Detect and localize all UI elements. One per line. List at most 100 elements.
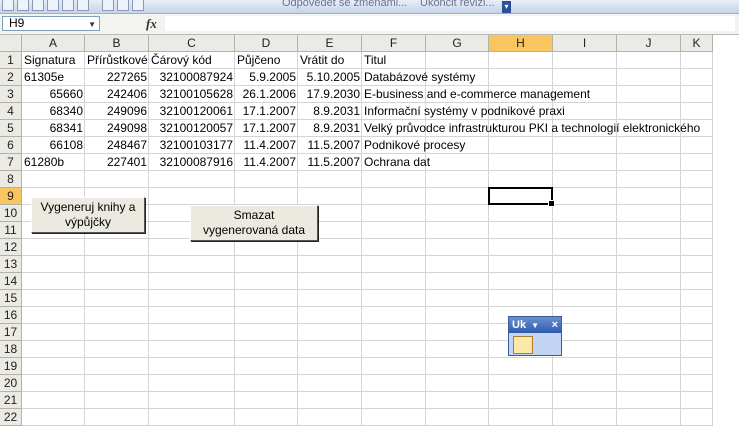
formula-input[interactable]	[165, 16, 735, 31]
active-cell-selection[interactable]	[488, 187, 555, 207]
toolbar-icon[interactable]	[62, 0, 74, 11]
reply-with-changes-button[interactable]: Odpovědět se změnami...	[282, 0, 407, 9]
table-cell[interactable]: 32100087924	[149, 69, 235, 86]
toolbar-icon[interactable]	[47, 0, 59, 11]
toolbar-icon[interactable]	[32, 0, 44, 11]
table-cell[interactable]: 249098	[85, 120, 149, 137]
table-cell[interactable]: 17.1.2007	[235, 120, 298, 137]
column-title-cell[interactable]: Vrátit do	[298, 52, 362, 69]
table-cell[interactable]: 32100120057	[149, 120, 235, 137]
toolbar-options-icon[interactable]: ▾	[502, 1, 511, 13]
delete-generated-data-button[interactable]: Smazat vygenerovaná data	[190, 205, 318, 241]
table-cell[interactable]: 68341	[22, 120, 85, 137]
column-header[interactable]: H	[489, 35, 553, 52]
table-cell[interactable]: Ochrana dat	[362, 154, 739, 171]
row-header[interactable]: 7	[0, 154, 22, 171]
table-cell[interactable]: 17.9.2030	[298, 86, 362, 103]
table-cell[interactable]: 249096	[85, 103, 149, 120]
column-title-cell[interactable]: Signatura	[22, 52, 85, 69]
row-header[interactable]: 5	[0, 120, 22, 137]
row-header[interactable]: 20	[0, 375, 22, 392]
table-cell[interactable]: 17.1.2007	[235, 103, 298, 120]
table-cell[interactable]: 5.9.2005	[235, 69, 298, 86]
chevron-down-icon[interactable]: ▼	[88, 18, 96, 31]
column-title-cell[interactable]: Titul	[362, 52, 739, 69]
table-cell[interactable]: 227401	[85, 154, 149, 171]
column-header[interactable]: A	[22, 35, 85, 52]
row-header[interactable]: 12	[0, 239, 22, 256]
table-cell[interactable]: 11.4.2007	[235, 137, 298, 154]
name-box[interactable]: H9 ▼	[2, 16, 100, 31]
column-header[interactable]: G	[426, 35, 489, 52]
table-cell[interactable]: 227265	[85, 69, 149, 86]
table-cell[interactable]: 8.9.2031	[298, 103, 362, 120]
row-header[interactable]: 17	[0, 324, 22, 341]
row-header[interactable]: 9	[0, 188, 22, 205]
toolbar-icon[interactable]	[132, 0, 144, 11]
table-cell[interactable]: Velký průvodce infrastrukturou PKI a tec…	[362, 120, 739, 137]
table-cell[interactable]: 61305e	[22, 69, 85, 86]
row-header[interactable]: 15	[0, 290, 22, 307]
table-cell[interactable]: 68340	[22, 103, 85, 120]
table-cell[interactable]: 11.5.2007	[298, 154, 362, 171]
table-cell[interactable]: 11.4.2007	[235, 154, 298, 171]
table-cell[interactable]: 32100087916	[149, 154, 235, 171]
gridline	[22, 187, 713, 188]
table-cell[interactable]: 8.9.2031	[298, 120, 362, 137]
row-header[interactable]: 2	[0, 69, 22, 86]
floating-toolbar-title[interactable]: Uk ▼ ×	[509, 317, 561, 333]
edit-pencil-icon[interactable]	[513, 336, 533, 354]
column-header[interactable]: F	[362, 35, 426, 52]
table-cell[interactable]: Databázové systémy	[362, 69, 739, 86]
function-icon[interactable]: fx	[146, 16, 157, 32]
column-title-cell[interactable]: Čárový kód	[149, 52, 235, 69]
column-header[interactable]: E	[298, 35, 362, 52]
row-header[interactable]: 18	[0, 341, 22, 358]
row-header[interactable]: 22	[0, 409, 22, 426]
column-header[interactable]: I	[553, 35, 617, 52]
column-header[interactable]: K	[681, 35, 713, 52]
table-cell[interactable]: Informační systémy v podnikové praxi	[362, 103, 739, 120]
close-icon[interactable]: ×	[552, 317, 558, 333]
row-header[interactable]: 3	[0, 86, 22, 103]
column-header[interactable]: D	[235, 35, 298, 52]
column-title-cell[interactable]: Půjčeno	[235, 52, 298, 69]
table-cell[interactable]: E-business and e-commerce management	[362, 86, 739, 103]
table-cell[interactable]: 26.1.2006	[235, 86, 298, 103]
toolbar-icon[interactable]	[17, 0, 29, 11]
row-header[interactable]: 19	[0, 358, 22, 375]
toolbar-icon[interactable]	[102, 0, 114, 11]
floating-toolbar[interactable]: Uk ▼ ×	[508, 316, 562, 356]
dropdown-icon[interactable]: ▼	[531, 321, 539, 330]
table-cell[interactable]: Podnikové procesy	[362, 137, 739, 154]
end-review-button[interactable]: Ukončit revizi...	[420, 0, 495, 9]
table-cell[interactable]: 61280b	[22, 154, 85, 171]
table-cell[interactable]: 32100103177	[149, 137, 235, 154]
table-cell[interactable]: 32100105628	[149, 86, 235, 103]
select-all-corner[interactable]	[0, 35, 22, 52]
column-header[interactable]: J	[617, 35, 681, 52]
row-header[interactable]: 10	[0, 205, 22, 222]
table-cell[interactable]: 65660	[22, 86, 85, 103]
table-cell[interactable]: 5.10.2005	[298, 69, 362, 86]
table-cell[interactable]: 242406	[85, 86, 149, 103]
table-cell[interactable]: 32100120061	[149, 103, 235, 120]
row-header[interactable]: 14	[0, 273, 22, 290]
table-cell[interactable]: 11.5.2007	[298, 137, 362, 154]
table-cell[interactable]: 66108	[22, 137, 85, 154]
row-header[interactable]: 13	[0, 256, 22, 273]
row-header[interactable]: 16	[0, 307, 22, 324]
row-header[interactable]: 8	[0, 171, 22, 188]
row-header[interactable]: 11	[0, 222, 22, 239]
generate-books-button[interactable]: Vygeneruj knihy a výpůjčky	[31, 197, 145, 233]
toolbar-icon[interactable]	[77, 0, 89, 11]
row-header[interactable]: 6	[0, 137, 22, 154]
table-cell[interactable]: 248467	[85, 137, 149, 154]
column-header[interactable]: B	[85, 35, 149, 52]
toolbar-icon[interactable]	[117, 0, 129, 11]
column-title-cell[interactable]: Přírůstkové	[85, 52, 149, 69]
row-header[interactable]: 4	[0, 103, 22, 120]
row-header[interactable]: 1	[0, 52, 22, 69]
column-header[interactable]: C	[149, 35, 235, 52]
toolbar-icon[interactable]	[2, 0, 14, 11]
